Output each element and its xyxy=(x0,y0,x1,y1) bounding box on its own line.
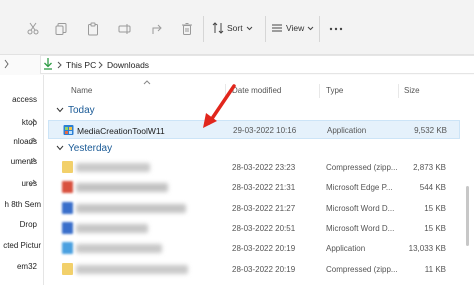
nav-item-system32[interactable]: em32 xyxy=(17,262,37,271)
nav-item-quick-access[interactable]: access xyxy=(12,95,37,104)
file-name-blurred xyxy=(76,163,150,172)
column-divider[interactable] xyxy=(319,84,320,98)
file-type: Microsoft Word D... xyxy=(326,224,395,233)
file-row-selected[interactable]: MediaCreationToolW11 29-03-2022 10:16 Ap… xyxy=(48,120,460,139)
vertical-scrollbar[interactable] xyxy=(466,76,470,281)
file-date: 28-03-2022 20:19 xyxy=(232,265,296,274)
file-size: 13,033 KB xyxy=(408,244,446,253)
file-type: Application xyxy=(326,244,366,253)
column-header-name[interactable]: Name xyxy=(71,86,92,95)
file-date: 28-03-2022 21:31 xyxy=(232,183,296,192)
file-row[interactable]: 28-03-2022 20:19 Compressed (zipp... 11 … xyxy=(48,260,460,279)
pin-icon xyxy=(29,157,37,167)
pin-icon xyxy=(29,137,37,147)
group-header-today[interactable]: Today xyxy=(56,105,95,116)
sort-arrow-icon xyxy=(143,78,151,87)
breadcrumb-chevron-icon xyxy=(57,61,63,71)
file-date: 28-03-2022 20:19 xyxy=(232,244,296,253)
file-size: 15 KB xyxy=(424,204,446,213)
file-size: 2,873 KB xyxy=(413,163,446,172)
file-type: Microsoft Word D... xyxy=(326,204,395,213)
pin-icon xyxy=(29,179,37,189)
file-size: 9,532 KB xyxy=(414,126,447,135)
nav-item-folder[interactable]: h 8th Sem xyxy=(5,200,41,209)
view-button[interactable]: View xyxy=(271,22,314,34)
cut-icon[interactable] xyxy=(24,20,42,38)
file-size: 544 KB xyxy=(419,183,446,192)
file-name-blurred xyxy=(76,224,148,233)
breadcrumb-this-pc[interactable]: This PC xyxy=(66,60,96,70)
chevron-down-icon xyxy=(56,143,64,154)
file-type: Microsoft Edge P... xyxy=(326,183,393,192)
chevron-down-icon xyxy=(307,25,314,32)
chevron-down-icon xyxy=(56,105,64,116)
file-name-blurred xyxy=(76,244,162,253)
chevron-down-icon xyxy=(246,25,253,32)
file-size: 15 KB xyxy=(424,224,446,233)
file-row[interactable]: 28-03-2022 20:51 Microsoft Word D... 15 … xyxy=(48,219,460,238)
file-type: Application xyxy=(327,126,367,135)
delete-icon[interactable] xyxy=(178,20,196,38)
view-icon xyxy=(271,22,283,34)
file-row[interactable]: 28-03-2022 21:31 Microsoft Edge P... 544… xyxy=(48,178,460,197)
command-bar: Sort View xyxy=(0,0,474,55)
zip-folder-icon xyxy=(62,161,73,173)
breadcrumb-downloads[interactable]: Downloads xyxy=(107,60,149,70)
breadcrumb-chevron-icon xyxy=(98,61,104,71)
view-label: View xyxy=(286,23,305,33)
rename-icon[interactable] xyxy=(116,20,134,38)
group-label: Yesterday xyxy=(68,143,113,154)
share-icon[interactable] xyxy=(148,20,166,38)
scrollbar-thumb[interactable] xyxy=(466,186,469,246)
sort-icon xyxy=(212,22,224,34)
nav-item-dropbox[interactable]: Drop xyxy=(20,220,37,229)
column-header-size[interactable]: Size xyxy=(404,86,420,95)
word-document-icon xyxy=(62,222,73,234)
navigation-pane: access ktop nloads uments ures h 8th Sem… xyxy=(0,75,44,285)
file-date: 29-03-2022 10:16 xyxy=(233,126,297,135)
toolbar-separator xyxy=(203,16,204,42)
paste-icon[interactable] xyxy=(84,20,102,38)
nav-item-selected-pictures[interactable]: cted Pictur xyxy=(3,241,41,250)
word-document-icon xyxy=(62,202,73,214)
toolbar-separator xyxy=(265,16,266,42)
zip-folder-icon xyxy=(62,263,73,275)
more-icon[interactable] xyxy=(327,20,345,38)
file-name: MediaCreationToolW11 xyxy=(77,126,165,136)
application-icon xyxy=(63,124,74,136)
address-bar[interactable] xyxy=(40,55,474,74)
application-icon xyxy=(62,242,73,254)
download-icon xyxy=(43,57,53,72)
file-date: 28-03-2022 21:27 xyxy=(232,204,296,213)
column-header-type[interactable]: Type xyxy=(326,86,343,95)
copy-icon[interactable] xyxy=(52,20,70,38)
group-header-yesterday[interactable]: Yesterday xyxy=(56,143,112,154)
file-row[interactable]: 28-03-2022 20:19 Application 13,033 KB xyxy=(48,239,460,258)
toolbar-separator xyxy=(319,16,320,42)
file-type: Compressed (zipp... xyxy=(326,163,398,172)
sort-label: Sort xyxy=(227,23,243,33)
file-date: 28-03-2022 20:51 xyxy=(232,224,296,233)
file-size: 11 KB xyxy=(424,265,446,274)
file-type: Compressed (zipp... xyxy=(326,265,398,274)
file-row[interactable]: 28-03-2022 23:23 Compressed (zipp... 2,8… xyxy=(48,158,460,177)
file-name-blurred xyxy=(76,204,186,213)
group-label: Today xyxy=(68,105,95,116)
column-divider[interactable] xyxy=(398,84,399,98)
file-name-blurred xyxy=(76,265,188,274)
file-name-blurred xyxy=(76,183,168,192)
pdf-icon xyxy=(62,181,73,193)
pin-icon xyxy=(29,118,37,128)
red-arrow-annotation-icon xyxy=(200,80,240,132)
nav-chevron-icon[interactable] xyxy=(4,58,12,72)
file-row[interactable]: 28-03-2022 21:27 Microsoft Word D... 15 … xyxy=(48,199,460,218)
file-date: 28-03-2022 23:23 xyxy=(232,163,296,172)
sort-button[interactable]: Sort xyxy=(212,22,253,34)
